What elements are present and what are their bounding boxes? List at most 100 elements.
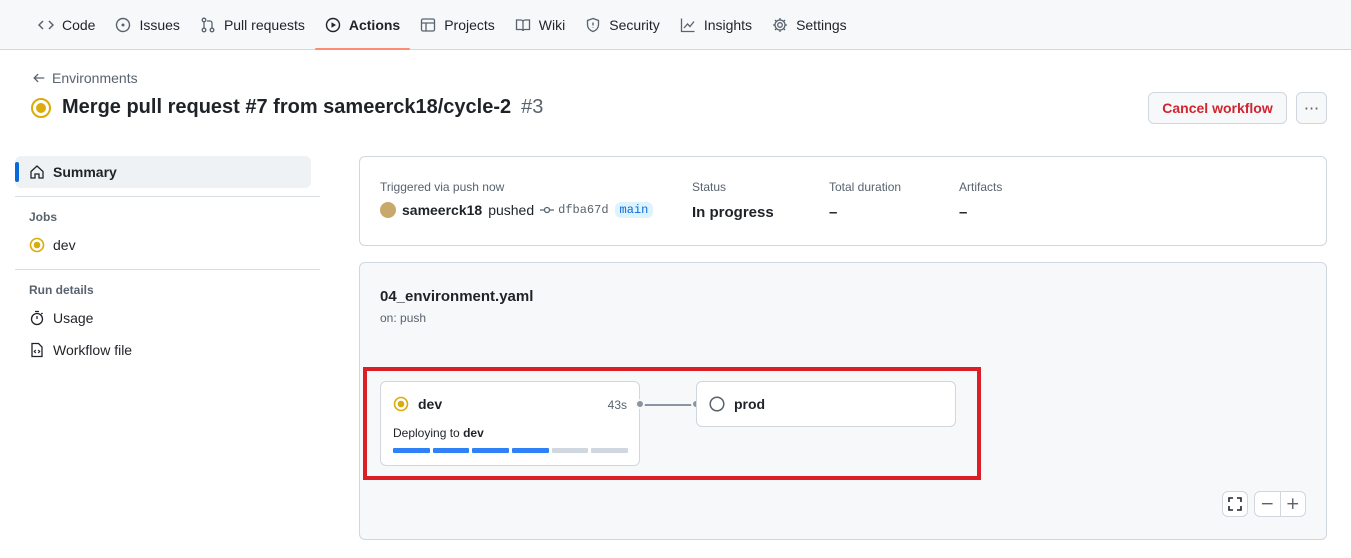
trigger-column: Triggered via push now sameerck18 pushed…: [380, 180, 654, 218]
tab-label: Settings: [796, 16, 847, 33]
workflow-file-name: 04_environment.yaml: [380, 288, 534, 305]
commit-icon: [540, 206, 555, 214]
file-code-icon: [31, 342, 43, 358]
cancel-workflow-button[interactable]: Cancel workflow: [1148, 92, 1287, 124]
artifacts-column: Artifacts –: [959, 180, 1002, 221]
tab-label: Wiki: [538, 16, 566, 33]
progress-segment: [393, 448, 430, 453]
back-to-environments-link[interactable]: Environments: [32, 70, 138, 86]
in-progress-icon: [31, 97, 51, 118]
back-label: Environments: [52, 70, 138, 86]
fullscreen-icon: [1228, 497, 1242, 511]
tab-label: Code: [62, 16, 96, 33]
job-name: prod: [734, 396, 766, 412]
job-title: dev: [393, 396, 442, 412]
zoom-controls: − +: [1254, 491, 1306, 517]
sidebar-item-job-dev[interactable]: dev: [15, 229, 320, 261]
duration-column: Total duration –: [829, 180, 901, 221]
duration-value: –: [829, 204, 838, 221]
tab-insights[interactable]: Insights: [670, 0, 762, 49]
tab-label: Insights: [703, 16, 753, 33]
status-column: Status In progress: [692, 180, 774, 221]
job-subtitle: Deploying to dev: [393, 426, 484, 440]
tab-label: Issues: [139, 16, 180, 33]
tab-projects[interactable]: Projects: [410, 0, 505, 49]
in-progress-icon: [393, 396, 409, 412]
workflow-graph: 04_environment.yaml on: push dev 43s Dep…: [359, 262, 1327, 540]
deploy-progress-bar: [393, 448, 629, 453]
tab-settings[interactable]: Settings: [762, 0, 857, 49]
tab-actions[interactable]: Actions: [314, 0, 411, 50]
tab-code[interactable]: Code: [28, 0, 105, 49]
deploying-prefix: Deploying to: [393, 426, 460, 440]
progress-segment: [432, 448, 470, 453]
sidebar-item-label: dev: [53, 237, 76, 253]
tab-label: Security: [609, 16, 660, 33]
run-details-heading: Run details: [29, 283, 94, 297]
play-icon: [325, 17, 341, 32]
progress-segment: [591, 448, 629, 453]
arrow-left-icon: [33, 73, 45, 83]
avatar[interactable]: [380, 202, 396, 218]
in-progress-icon: [29, 237, 45, 253]
tab-label: Actions: [348, 16, 401, 33]
sidebar-item-label: Workflow file: [53, 342, 133, 358]
run-sidebar: Summary Jobs dev Run details Usage Workf…: [15, 156, 320, 366]
tab-wiki[interactable]: Wiki: [505, 0, 575, 49]
divider: [15, 269, 320, 270]
sidebar-item-workflow-file[interactable]: Workflow file: [15, 334, 320, 366]
page-title: Merge pull request #7 from sameerck18/cy…: [30, 96, 543, 119]
job-title: prod: [709, 396, 765, 412]
gear-icon: [773, 17, 788, 32]
tab-security[interactable]: Security: [575, 0, 670, 49]
progress-segment: [512, 448, 549, 453]
job-card-prod[interactable]: prod: [696, 381, 956, 427]
zoom-out-button[interactable]: −: [1255, 492, 1281, 516]
jobs-heading: Jobs: [29, 210, 58, 224]
actor-link[interactable]: sameerck18: [402, 202, 482, 218]
commit-sha: dfba67d: [558, 203, 609, 217]
stopwatch-icon: [30, 310, 44, 326]
fullscreen-button[interactable]: [1222, 491, 1248, 517]
tab-label: Pull requests: [223, 16, 305, 33]
push-action: pushed: [488, 202, 535, 218]
queued-icon: [709, 396, 725, 412]
tab-label: Projects: [444, 16, 495, 33]
branch-badge[interactable]: main: [614, 202, 654, 218]
job-duration: 43s: [607, 398, 627, 412]
trigger-details: sameerck18 pushed dfba67d main: [380, 202, 654, 218]
repo-nav: Code Issues Pull requests Actions Projec…: [0, 0, 1351, 50]
job-card-dev[interactable]: dev 43s Deploying to dev: [380, 381, 640, 466]
tab-pull-requests[interactable]: Pull requests: [190, 0, 315, 49]
deploy-target: dev: [463, 426, 484, 440]
status-value: In progress: [692, 204, 774, 221]
duration-label: Total duration: [829, 180, 902, 194]
run-summary-card: Triggered via push now sameerck18 pushed…: [359, 156, 1327, 246]
commit-link[interactable]: dfba67d: [540, 203, 609, 217]
job-name: dev: [418, 396, 443, 412]
progress-segment: [472, 448, 510, 453]
sidebar-item-usage[interactable]: Usage: [15, 302, 320, 334]
more-options-button[interactable]: ···: [1296, 92, 1327, 124]
graph-icon: [680, 18, 695, 32]
connector-dot: [635, 399, 645, 409]
tab-issues[interactable]: Issues: [105, 0, 189, 49]
divider: [15, 196, 320, 197]
code-icon: [38, 19, 54, 30]
table-icon: [421, 17, 436, 32]
book-icon: [515, 18, 530, 31]
run-title: Merge pull request #7 from sameerck18/cy…: [62, 96, 512, 118]
status-label: Status: [692, 180, 727, 194]
pull-request-icon: [201, 17, 215, 32]
progress-segment: [551, 448, 589, 453]
workflow-trigger: on: push: [380, 311, 427, 325]
zoom-in-button[interactable]: +: [1281, 492, 1306, 516]
run-number: #3: [521, 96, 544, 118]
sidebar-item-summary[interactable]: Summary: [15, 156, 311, 188]
issue-icon: [116, 17, 131, 32]
sidebar-item-label: Usage: [53, 310, 94, 326]
trigger-label: Triggered via push now: [380, 180, 505, 194]
home-icon: [30, 165, 44, 179]
job-connector: [640, 404, 696, 406]
sidebar-item-label: Summary: [53, 164, 117, 180]
